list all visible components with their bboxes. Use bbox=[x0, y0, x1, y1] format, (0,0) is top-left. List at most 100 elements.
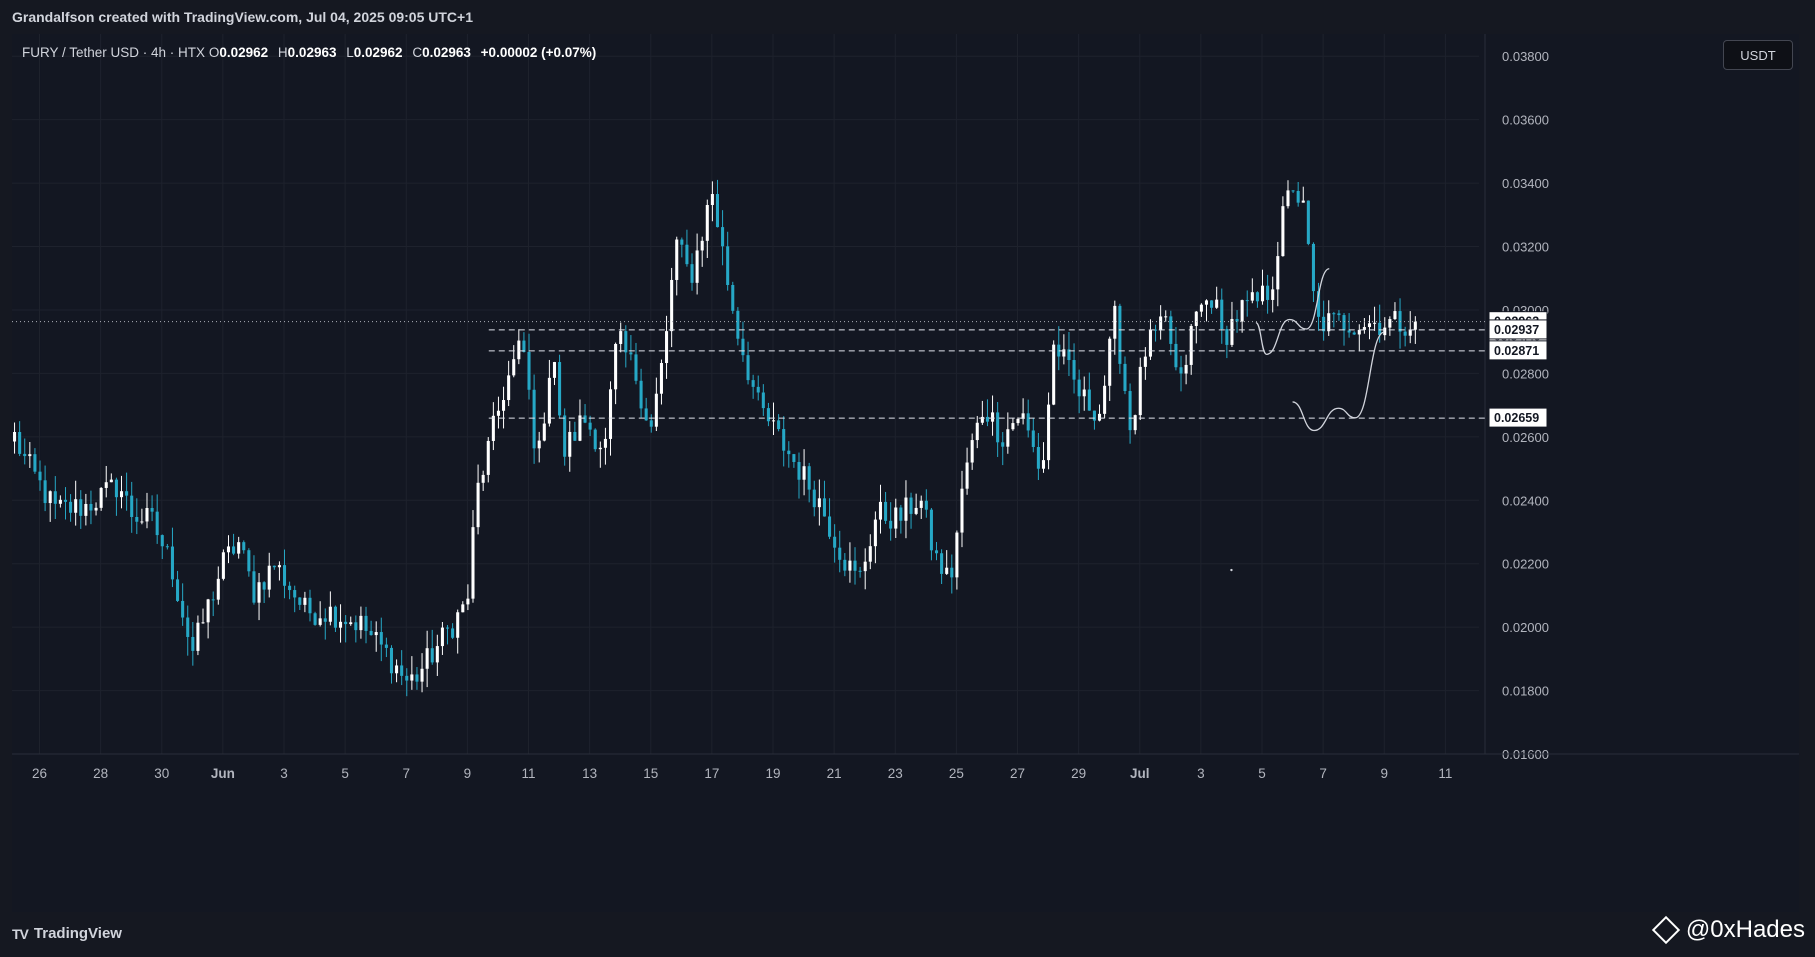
candle-body bbox=[1179, 367, 1183, 374]
candle-body bbox=[262, 582, 266, 590]
candle-body bbox=[721, 227, 725, 247]
candle-body bbox=[201, 622, 205, 624]
candle-body bbox=[1087, 389, 1091, 411]
candle-body bbox=[1347, 330, 1351, 333]
low-label: L bbox=[346, 45, 354, 60]
candle-body bbox=[405, 675, 409, 681]
time-tick-label: 13 bbox=[582, 766, 597, 781]
candle-body bbox=[853, 560, 857, 571]
candle-body bbox=[272, 565, 276, 568]
candle-body bbox=[400, 665, 404, 676]
candle-body bbox=[899, 507, 903, 521]
price-tick-label: 0.03600 bbox=[1502, 113, 1549, 128]
candle-body bbox=[369, 630, 373, 636]
time-tick-label: 30 bbox=[154, 766, 169, 781]
candle-body bbox=[1194, 311, 1198, 326]
candle-body bbox=[715, 194, 720, 228]
candle-body bbox=[838, 547, 842, 560]
candle-body bbox=[221, 552, 225, 579]
price-chart[interactable]: 0.038000.036000.034000.032000.030000.028… bbox=[12, 34, 1799, 912]
candle-body bbox=[950, 567, 954, 578]
high-label: H bbox=[277, 45, 288, 60]
candle-body bbox=[1052, 344, 1056, 405]
candle-body bbox=[1001, 442, 1005, 447]
candle-body bbox=[828, 516, 832, 537]
candle-body bbox=[1301, 200, 1305, 203]
candle-body bbox=[741, 338, 745, 356]
candle-body bbox=[884, 501, 888, 521]
candle-body bbox=[150, 508, 154, 512]
time-tick-label: 23 bbox=[888, 766, 903, 781]
candle-body bbox=[18, 431, 22, 454]
candle-body bbox=[634, 354, 638, 381]
candle-body bbox=[1291, 190, 1295, 192]
time-tick-label: 9 bbox=[464, 766, 472, 781]
candle-body bbox=[328, 606, 332, 622]
candle-body bbox=[466, 598, 470, 605]
currency-button[interactable]: USDT bbox=[1723, 40, 1793, 70]
close-label: C bbox=[412, 45, 423, 60]
candle-body bbox=[1367, 323, 1372, 328]
time-tick-label: 7 bbox=[1319, 766, 1327, 781]
candle-body bbox=[1332, 313, 1336, 315]
symbol-name[interactable]: FURY / Tether USD · 4h · HTX bbox=[22, 45, 205, 60]
candle-body bbox=[970, 440, 974, 463]
candle-body bbox=[140, 521, 144, 523]
candle-body bbox=[547, 377, 551, 424]
time-tick-label: 11 bbox=[521, 766, 535, 781]
candle-body bbox=[1011, 423, 1015, 430]
candle-body bbox=[104, 482, 108, 488]
candle-body bbox=[771, 420, 776, 422]
price-level-value: 0.02937 bbox=[1494, 323, 1539, 337]
brand-label: TradingView bbox=[33, 925, 122, 942]
candle-body bbox=[232, 546, 236, 554]
candle-body bbox=[1255, 292, 1259, 302]
time-tick-label: 26 bbox=[32, 766, 47, 781]
candle-body bbox=[1352, 332, 1356, 335]
candle-body bbox=[761, 392, 765, 409]
candle-body bbox=[1413, 321, 1417, 330]
candle-body bbox=[1408, 329, 1412, 336]
candle-body bbox=[639, 380, 643, 409]
candle-body bbox=[425, 648, 429, 669]
change-value: +0.00002 (+0.07%) bbox=[480, 45, 597, 60]
candle-body bbox=[461, 604, 465, 613]
candle-body bbox=[481, 474, 485, 483]
candle-body bbox=[1337, 313, 1341, 316]
time-tick-label: 3 bbox=[1197, 766, 1205, 781]
tradingview-brand[interactable]: TV TradingView bbox=[12, 925, 122, 942]
candle-body bbox=[384, 644, 388, 648]
candle-body bbox=[1357, 329, 1361, 335]
candle-body bbox=[277, 565, 281, 568]
candle-body bbox=[670, 279, 674, 332]
candle-body bbox=[996, 412, 1000, 443]
price-level-value: 0.02659 bbox=[1494, 411, 1539, 425]
candle-body bbox=[1184, 364, 1188, 374]
candle-body bbox=[909, 497, 913, 514]
candle-body bbox=[84, 503, 88, 516]
candle-body bbox=[440, 627, 444, 647]
candle-body bbox=[965, 462, 969, 489]
candle-body bbox=[415, 674, 419, 682]
time-tick-label: 21 bbox=[827, 766, 842, 781]
candle-body bbox=[695, 250, 699, 283]
candle-body bbox=[894, 507, 898, 529]
candle-body bbox=[1215, 299, 1219, 308]
candle-body bbox=[1342, 315, 1346, 331]
time-tick-label: 28 bbox=[93, 766, 108, 781]
diamond-logo-icon bbox=[1651, 915, 1681, 945]
candle-body bbox=[822, 498, 826, 517]
candle-body bbox=[843, 559, 847, 571]
price-tick-label: 0.01800 bbox=[1502, 684, 1549, 699]
candle-body bbox=[308, 597, 312, 614]
candle-body bbox=[858, 570, 862, 572]
tradingview-logo-icon: TV bbox=[12, 925, 29, 942]
candle-body bbox=[359, 615, 363, 631]
candle-body bbox=[583, 415, 587, 423]
candle-body bbox=[710, 194, 714, 206]
candle-body bbox=[43, 480, 47, 504]
candle-body bbox=[257, 582, 261, 603]
candle-body bbox=[608, 389, 613, 439]
candle-body bbox=[344, 621, 348, 625]
candle-body bbox=[873, 519, 877, 547]
